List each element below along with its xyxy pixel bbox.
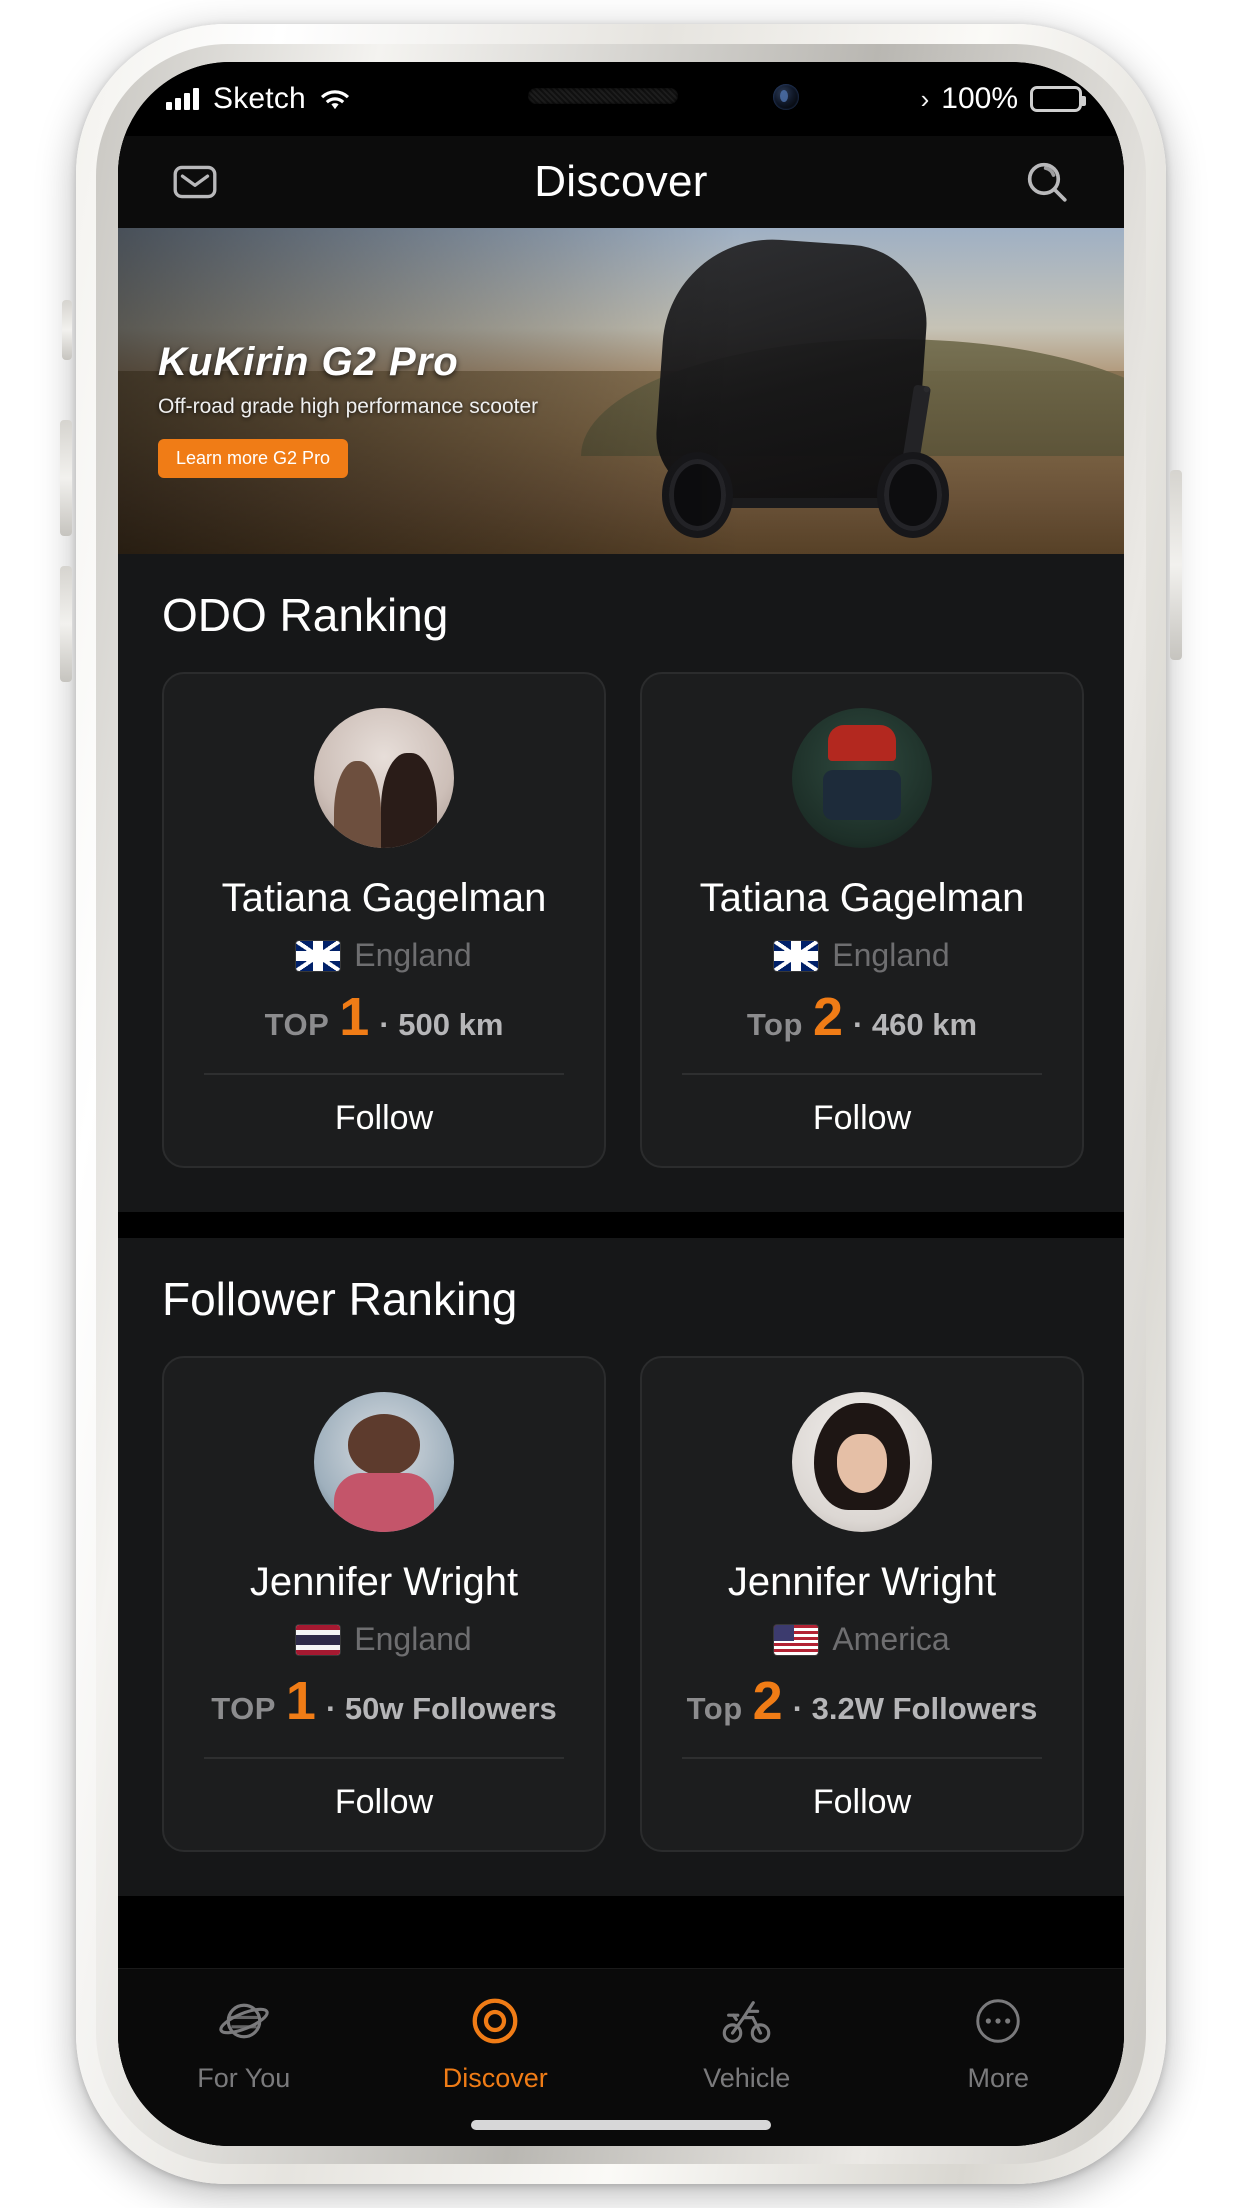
rank-line: TOP 1 · 500 km [264,987,504,1047]
section-follower-ranking: Follower Ranking Jennifer Wright England… [118,1238,1124,1896]
navbar: Discover [118,136,1124,228]
rank-stat: · 460 km [852,1007,978,1042]
tab-label: Vehicle [703,2063,791,2093]
banner-text-block: KuKirin G2 Pro Off-road grade high perfo… [158,340,538,478]
battery-percent-label: 100% [941,82,1018,115]
country-label: England [354,937,472,973]
flag-uk-icon [774,940,819,971]
avatar[interactable] [314,708,454,848]
ranking-card-list[interactable]: Jennifer Wright England TOP 1 · 50w Foll… [118,1356,1124,1852]
avatar[interactable] [792,708,932,848]
flag-thailand-icon [296,1624,341,1655]
carrier-label: Sketch [213,82,306,115]
follow-button[interactable]: Follow [164,1075,604,1166]
person-name: Jennifer Wright [249,1560,519,1604]
ranking-card[interactable]: Jennifer Wright England TOP 1 · 50w Foll… [162,1356,606,1852]
search-icon[interactable] [1016,151,1078,213]
volume-up-button[interactable] [60,420,72,536]
battery-full-icon [1030,86,1086,112]
rank-number: 1 [285,1671,316,1731]
front-camera [773,84,799,110]
banner-subtitle: Off-road grade high performance scooter [158,395,539,418]
rank-number: 2 [812,987,843,1047]
rank-line: Top 2 · 460 km [746,987,978,1047]
tab-label: More [967,2063,1029,2093]
rank-label: Top [686,1691,743,1726]
promo-banner[interactable]: KuKirin G2 Pro Off-road grade high perfo… [118,228,1124,554]
rank-number: 1 [339,987,370,1047]
country-row: America [774,1621,950,1658]
app-root: Discover KuKirin G2 Pro Off-road grade h… [118,62,1124,2146]
avatar[interactable] [314,1392,454,1532]
content-scroll-area[interactable]: KuKirin G2 Pro Off-road grade high perfo… [118,228,1124,1968]
person-name: Jennifer Wright [727,1560,997,1604]
volume-down-button[interactable] [60,566,72,682]
rank-number: 2 [752,1671,783,1731]
screenshot-stage: Discover KuKirin G2 Pro Off-road grade h… [0,0,1242,2208]
follow-button[interactable]: Follow [642,1759,1082,1850]
tab-label: For You [197,2063,291,2093]
ranking-card[interactable]: Tatiana Gagelman England TOP 1 · 500 km [162,672,606,1168]
country-label: England [832,937,950,973]
rank-stat: · 50w Followers [325,1691,557,1726]
person-name: Tatiana Gagelman [699,876,1025,920]
rank-stat: · 500 km [379,1007,504,1042]
tab-vehicle[interactable]: Vehicle [621,1991,873,2094]
flag-uk-icon [296,940,341,971]
flag-usa-icon [774,1624,819,1655]
rank-label: TOP [211,1691,276,1726]
tab-discover[interactable]: Discover [370,1991,622,2094]
banner-title: KuKirin G2 Pro [158,340,459,384]
country-row: England [774,937,950,974]
phone-screen: Discover KuKirin G2 Pro Off-road grade h… [118,62,1124,2146]
tab-for-you[interactable]: For You [118,1991,370,2094]
banner-learn-more-button[interactable]: Learn more G2 Pro [158,439,349,478]
rank-label: Top [746,1007,803,1042]
scooter-front-wheel [877,452,949,538]
wifi-icon [320,87,350,111]
status-bar-right: › 100% [920,82,1086,116]
ranking-card[interactable]: Tatiana Gagelman England Top 2 · 460 km [640,672,1084,1168]
status-bar-left: Sketch [166,82,350,116]
mail-envelope-icon[interactable] [164,151,226,213]
section-odo-ranking: ODO Ranking Tatiana Gagelman England TOP [118,554,1124,1212]
rank-line: TOP 1 · 50w Followers [211,1671,557,1731]
bicycle-icon [717,1991,777,2051]
scooter-handlebar [923,386,930,393]
follow-button[interactable]: Follow [164,1759,604,1850]
country-row: England [296,1621,472,1658]
notch [389,62,853,136]
tab-label: Discover [442,2063,548,2093]
country-label: America [832,1621,950,1657]
person-name: Tatiana Gagelman [221,876,547,920]
ellipsis-circle-icon [968,1991,1028,2051]
page-title: Discover [534,157,708,206]
power-button[interactable] [1170,470,1182,660]
rank-label: TOP [264,1007,330,1042]
avatar[interactable] [792,1392,932,1532]
country-row: England [296,937,472,974]
country-label: England [354,1621,472,1657]
rank-stat: · 3.2W Followers [792,1691,1038,1726]
home-indicator[interactable] [471,2120,771,2130]
ranking-card[interactable]: Jennifer Wright America Top 2 · 3.2W Fol… [640,1356,1084,1852]
mute-switch[interactable] [62,300,72,360]
planet-icon [214,1991,274,2051]
section-title: Follower Ranking [162,1273,518,1325]
target-circle-icon [465,1991,525,2051]
ranking-card-list[interactable]: Tatiana Gagelman England TOP 1 · 500 km [118,672,1124,1168]
earpiece-speaker [528,88,678,104]
follow-button[interactable]: Follow [642,1075,1082,1166]
section-title: ODO Ranking [162,589,449,641]
location-chevron-icon: › [920,83,930,114]
tab-more[interactable]: More [873,1991,1125,2094]
rank-line: Top 2 · 3.2W Followers [686,1671,1038,1731]
signal-bars-icon [166,88,199,110]
